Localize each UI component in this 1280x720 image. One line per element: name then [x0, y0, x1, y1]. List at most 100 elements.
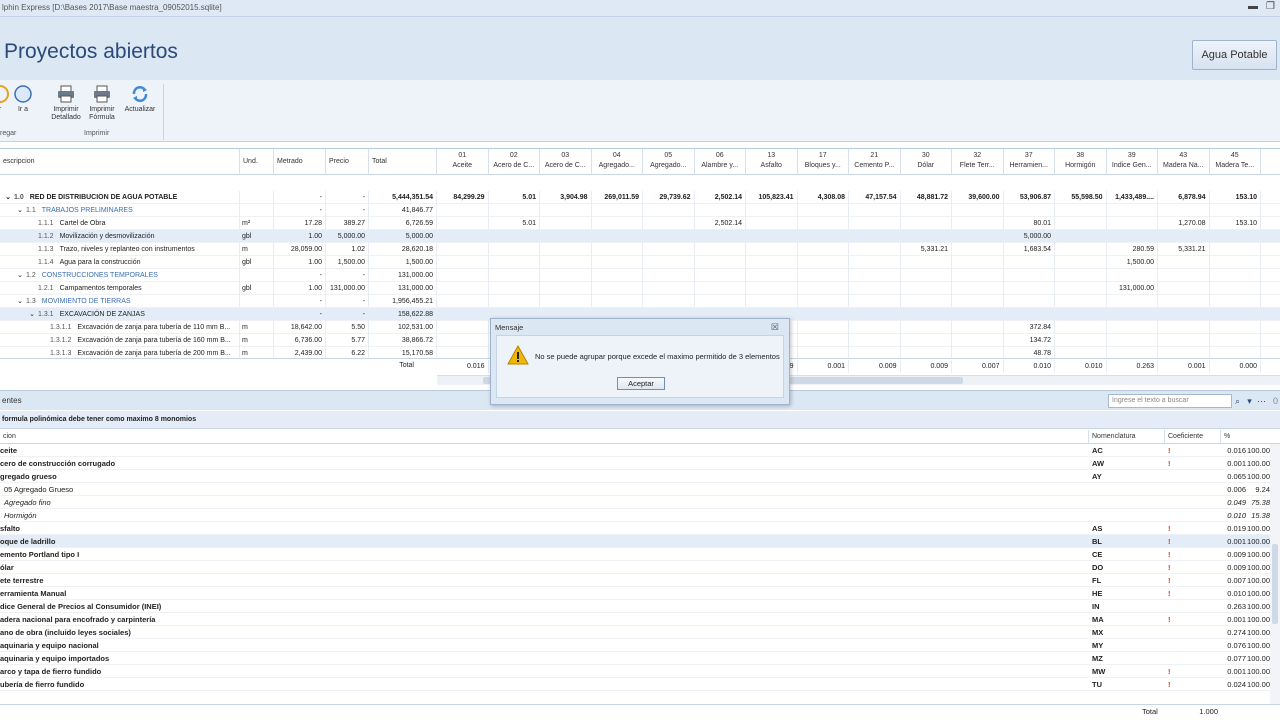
list-item[interactable]: arco y tapa de fierro fundido MW! 0.001 100…: [0, 665, 1280, 678]
ribbon-group-label: regar: [0, 130, 17, 137]
cell-resource-value: 1,683.54: [1004, 243, 1055, 256]
cell-precio: -: [326, 308, 369, 321]
cell-resource-value: [1210, 321, 1261, 334]
expand-toggle[interactable]: ⌄: [2, 308, 38, 321]
column-header-precio[interactable]: Precio: [326, 149, 369, 175]
list-item[interactable]: sfalto AS! 0.019 100.00: [0, 522, 1280, 535]
resource-code: 45: [1230, 152, 1239, 159]
column-header-resource[interactable]: 30 Dólar: [901, 149, 952, 175]
vertical-scrollbar[interactable]: [1270, 444, 1280, 704]
expand-toggle[interactable]: ⌄: [2, 269, 26, 282]
table-row[interactable]: ⌄ 1.1 TRABAJOS PRELIMINARES - -41,846.77: [0, 204, 1280, 217]
list-item[interactable]: gregado grueso AY 0.065 100.00: [0, 470, 1280, 483]
expand-toggle[interactable]: ⌄: [2, 204, 26, 217]
list-item[interactable]: aquinaria y equipo importados MZ 0.077 100.…: [0, 652, 1280, 665]
cell-resource-value: 29,739.62: [643, 191, 695, 204]
column-header-descripcion[interactable]: escripcion: [0, 149, 240, 175]
item-nomenclature: MX: [1092, 628, 1104, 637]
cell-resource-value: [901, 295, 952, 308]
expand-toggle[interactable]: ⌄: [2, 295, 26, 308]
column-header-resource[interactable]: 21 Cemento P...: [849, 149, 901, 175]
table-row[interactable]: 1.1.1 Cartel de Obra m² 17.28 389.27 6,726.59…: [0, 217, 1280, 230]
expand-toggle[interactable]: ⌄: [2, 191, 14, 204]
scrollbar-thumb[interactable]: [1272, 544, 1278, 624]
table-row[interactable]: 1.2.1 Campamentos temporales gbl 1.00 131,00…: [0, 282, 1280, 295]
column-header-resource[interactable]: 17 Bloques y...: [798, 149, 849, 175]
column-nomenclatura[interactable]: Nomenclatura: [1088, 430, 1136, 444]
table-row[interactable]: 1.1.4 Agua para la construcción gbl 1.00 1,5…: [0, 256, 1280, 269]
list-item[interactable]: oque de ladrillo BL! 0.001 100.00: [0, 535, 1280, 548]
list-item[interactable]: dice General de Precios al Consumidor (I…: [0, 600, 1280, 613]
ribbon-button-ir-a[interactable]: Ir a: [12, 84, 34, 114]
print-formula-button[interactable]: Imprimir Fórmula: [86, 84, 118, 122]
search-options-icon[interactable]: ▾: [1244, 394, 1255, 408]
table-row[interactable]: ⌄ 1.2 CONSTRUCCIONES TEMPORALES - -131,000.0…: [0, 269, 1280, 282]
list-item[interactable]: 05 Agregado Grueso 0.006 9.24: [0, 483, 1280, 496]
column-header-resource[interactable]: 39 Indice Gen...: [1107, 149, 1158, 175]
column-header-resource[interactable]: 03 Acero de C...: [540, 149, 592, 175]
ribbon-label: Ir a: [17, 106, 29, 113]
list-item[interactable]: ólar DO! 0.009 100.00: [0, 561, 1280, 574]
list-item[interactable]: ete terrestre FL! 0.007 100.00: [0, 574, 1280, 587]
column-header-resource[interactable]: 02 Acero de C...: [489, 149, 540, 175]
cell-resource-value: [1210, 334, 1261, 347]
item-percent: 100.00: [1247, 472, 1270, 481]
ribbon-button-r[interactable]: r: [0, 84, 10, 114]
cell-resource-value: [1055, 295, 1107, 308]
cell-resource-value: [1158, 308, 1210, 321]
column-header-resource[interactable]: 37 Herramien...: [1004, 149, 1055, 175]
item-percent: 100.00: [1247, 615, 1270, 624]
column-coeficiente[interactable]: Coeficiente: [1164, 430, 1203, 444]
more-icon[interactable]: ⋯: [1256, 394, 1267, 408]
close-icon[interactable]: ☒: [771, 322, 779, 333]
list-item[interactable]: ceite AC! 0.016 100.00: [0, 444, 1280, 457]
project-button[interactable]: Agua Potable: [1192, 40, 1277, 70]
column-header-resource[interactable]: M: [1261, 149, 1280, 175]
maximize-button[interactable]: ❐: [1266, 1, 1275, 12]
list-item[interactable]: cero de construcción corrugado AW! 0.001 10…: [0, 457, 1280, 470]
column-header-metrado[interactable]: Metrado: [274, 149, 326, 175]
cell-resource-value: [643, 282, 695, 295]
resource-name: Alambre y...: [701, 162, 739, 169]
column-header-resource[interactable]: 05 Agregado...: [643, 149, 695, 175]
column-header-resource[interactable]: 45 Madera Te...: [1210, 149, 1261, 175]
column-header-resource[interactable]: 01 Aceite: [437, 149, 489, 175]
column-header-resource[interactable]: 04 Agregado...: [592, 149, 643, 175]
row-label: Cartel de Obra: [59, 220, 106, 227]
cell-resource-value: [643, 217, 695, 230]
list-item[interactable]: Hormigón 0.010 15.38: [0, 509, 1280, 522]
list-item[interactable]: ano de obra (incluido leyes sociales) MX 0…: [0, 626, 1280, 639]
minimize-button[interactable]: ▬: [1248, 1, 1258, 12]
table-row[interactable]: ⌄ 1.0 RED DE DISTRIBUCION DE AGUA POTABLE -…: [0, 191, 1280, 204]
cell-precio: 5,000.00: [326, 230, 369, 243]
refresh-button[interactable]: Actualizar: [121, 84, 159, 114]
column-description[interactable]: cion: [0, 430, 16, 444]
column-header-und[interactable]: Und.: [240, 149, 274, 175]
list-item[interactable]: ubería de fierro fundido TU! 0.024 100.00: [0, 678, 1280, 691]
column-header-resource[interactable]: 06 Alambre y...: [695, 149, 746, 175]
total-value: 0.010: [1055, 360, 1107, 373]
column-header-resource[interactable]: 13 Asfalto: [746, 149, 798, 175]
list-item[interactable]: aquinaria y equipo nacional MY 0.076 100.00: [0, 639, 1280, 652]
cell-resource-value: [1107, 321, 1158, 334]
cell-resource-value: [592, 256, 643, 269]
print-detailed-button[interactable]: Imprimir Detallado: [48, 84, 84, 122]
list-item[interactable]: Agregado fino 0.049 75.38: [0, 496, 1280, 509]
column-header-resource[interactable]: 32 Flete Terr...: [952, 149, 1004, 175]
table-row[interactable]: ⌄ 1.3 MOVIMIENTO DE TIERRAS - -1,956,455.21: [0, 295, 1280, 308]
table-row[interactable]: 1.1.2 Movilización y desmovilización gbl 1.…: [0, 230, 1280, 243]
accept-button[interactable]: Aceptar: [617, 377, 665, 390]
list-item[interactable]: erramienta Manual HE! 0.010 100.00: [0, 587, 1280, 600]
list-item[interactable]: emento Portland tipo I CE! 0.009 100.00: [0, 548, 1280, 561]
table-row[interactable]: 1.1.3 Trazo, niveles y replanteo con inst…: [0, 243, 1280, 256]
column-header-total[interactable]: Total: [369, 149, 437, 175]
search-icon[interactable]: ⌕: [1232, 394, 1243, 408]
column-percent[interactable]: %: [1220, 430, 1230, 444]
cell-precio: -: [326, 295, 369, 308]
search-input[interactable]: Ingrese el texto a buscar: [1108, 394, 1232, 408]
column-header-resource[interactable]: 43 Madera Na...: [1158, 149, 1210, 175]
resource-name: Flete Terr...: [959, 162, 995, 169]
list-item[interactable]: adera nacional para encofrado y carpinte…: [0, 613, 1280, 626]
cell-resource-value: 53,906.87: [1004, 191, 1055, 204]
column-header-resource[interactable]: 38 Hormigón: [1055, 149, 1107, 175]
